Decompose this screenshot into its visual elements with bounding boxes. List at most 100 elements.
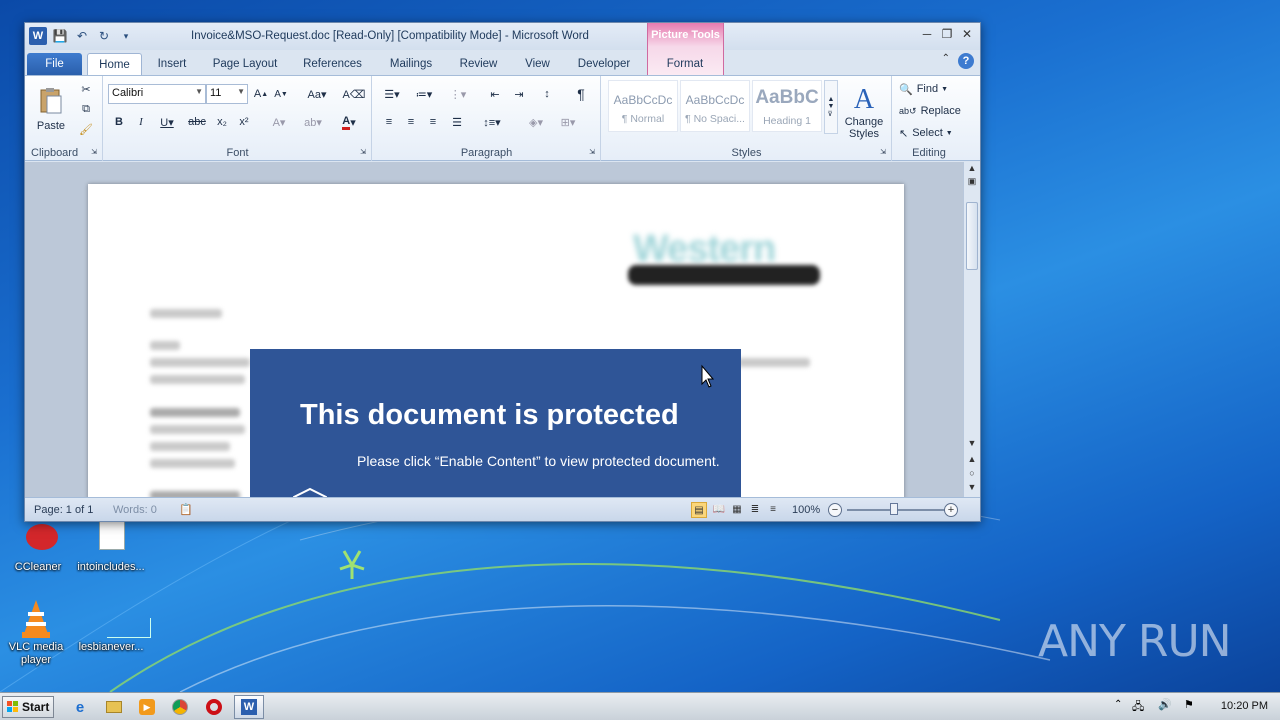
font-launcher-icon[interactable]: ⇲ <box>358 147 368 157</box>
font-name-combo[interactable]: Calibri ▼ <box>108 84 206 104</box>
subscript-icon[interactable]: x₂ <box>212 113 232 131</box>
undo-icon[interactable]: ↶ <box>73 27 91 45</box>
action-center-flag-icon[interactable]: ⚑ <box>1184 698 1194 711</box>
customize-qat-icon[interactable]: ▾ <box>117 27 135 45</box>
desktop-icon-ccleaner[interactable]: CCleaner <box>0 518 76 574</box>
justify-icon[interactable]: ☰ <box>447 113 467 131</box>
paragraph-launcher-icon[interactable]: ⇲ <box>587 147 597 157</box>
file-explorer-icon[interactable] <box>104 697 124 717</box>
scrollbar-thumb[interactable] <box>966 202 978 270</box>
select-browse-object-icon[interactable]: ○ <box>964 468 980 478</box>
desktop-icon-vlc[interactable]: VLC media player <box>0 598 74 667</box>
opera-icon[interactable] <box>204 697 224 717</box>
increase-indent-icon[interactable]: ⇥ <box>509 85 529 103</box>
font-size-combo[interactable]: 11 ▼ <box>206 84 248 104</box>
print-layout-view-icon[interactable]: ▤ <box>691 502 707 518</box>
close-button[interactable]: ✕ <box>958 26 976 42</box>
sort-icon[interactable]: ↕ <box>537 85 557 103</box>
align-right-icon[interactable]: ≡ <box>423 113 443 131</box>
shading-icon[interactable]: ◈▾ <box>523 113 549 131</box>
style-heading-1[interactable]: AaBbC Heading 1 <box>752 80 822 132</box>
minimize-ribbon-icon[interactable]: ⌃ <box>942 53 950 69</box>
tab-mailings[interactable]: Mailings <box>378 53 444 75</box>
zoom-level[interactable]: 100% <box>792 504 820 516</box>
clock[interactable]: 10:20 PM <box>1221 700 1268 712</box>
desktop-icon-lesbianever[interactable]: lesbianever... <box>73 598 151 654</box>
page-count[interactable]: Page: 1 of 1 <box>34 504 93 516</box>
zoom-out-icon[interactable]: − <box>828 503 842 517</box>
line-spacing-icon[interactable]: ↕≡▾ <box>479 113 505 131</box>
tab-file[interactable]: File <box>27 53 82 75</box>
tab-references[interactable]: References <box>295 53 370 75</box>
previous-page-icon[interactable]: ▲ <box>964 454 980 464</box>
minimize-button[interactable]: ─ <box>918 26 936 42</box>
grow-font-icon[interactable]: A ▲ <box>252 85 270 103</box>
redo-icon[interactable]: ↻ <box>95 27 113 45</box>
highlight-icon[interactable]: ab▾ <box>300 113 326 131</box>
format-painter-icon[interactable]: 🖌 <box>77 120 95 138</box>
chrome-icon[interactable] <box>170 697 190 717</box>
taskbar-word-button[interactable]: W <box>234 695 264 719</box>
word-app-icon[interactable]: W <box>29 27 47 45</box>
cut-icon[interactable]: ✂ <box>77 80 95 98</box>
proofing-icon[interactable]: 📋 <box>179 503 193 516</box>
desktop-icon-intoincludes[interactable]: intoincludes... <box>73 518 149 574</box>
help-icon[interactable]: ? <box>958 53 974 69</box>
bullets-icon[interactable]: ☰▾ <box>379 85 405 103</box>
change-styles-button[interactable]: A Change Styles <box>842 80 886 144</box>
full-screen-reading-icon[interactable]: 📖 <box>711 502 727 518</box>
show-hidden-icons[interactable]: ⌃ <box>1114 699 1122 710</box>
tab-insert[interactable]: Insert <box>147 53 197 75</box>
tab-home[interactable]: Home <box>87 53 142 75</box>
align-left-icon[interactable]: ≡ <box>379 113 399 131</box>
word-count[interactable]: Words: 0 <box>113 504 157 516</box>
zoom-slider-thumb[interactable] <box>890 503 898 515</box>
save-icon[interactable]: 💾 <box>51 27 69 45</box>
tab-developer[interactable]: Developer <box>569 53 639 75</box>
tab-page-layout[interactable]: Page Layout <box>205 53 285 75</box>
styles-gallery-scroll[interactable]: ▲ ▼ ⊽ <box>824 80 838 134</box>
font-color-icon[interactable]: A ▾ <box>336 113 362 131</box>
tab-view[interactable]: View <box>515 53 560 75</box>
multilevel-list-icon[interactable]: ⋮▾ <box>445 85 471 103</box>
find-button[interactable]: 🔍 Find ▼ <box>899 80 963 98</box>
ruler-toggle-icon[interactable]: ▣ <box>964 176 980 187</box>
bold-icon[interactable]: B <box>110 113 128 131</box>
show-formatting-icon[interactable]: ¶ <box>571 85 591 103</box>
superscript-icon[interactable]: x² <box>234 113 254 131</box>
select-button[interactable]: ↖ Select ▼ <box>899 124 963 142</box>
volume-icon[interactable]: 🔊 <box>1158 698 1172 711</box>
shrink-font-icon[interactable]: A ▼ <box>272 85 290 103</box>
style-normal[interactable]: AaBbCcDc ¶ Normal <box>608 80 678 132</box>
draft-view-icon[interactable]: ≡ <box>765 502 781 518</box>
scroll-up-icon[interactable]: ▲ <box>964 163 980 173</box>
zoom-in-icon[interactable]: + <box>944 503 958 517</box>
clipboard-launcher-icon[interactable]: ⇲ <box>89 147 99 157</box>
scroll-down-icon[interactable]: ▼ <box>964 438 980 448</box>
style-no-spacing[interactable]: AaBbCcDc ¶ No Spaci... <box>680 80 750 132</box>
replace-button[interactable]: ab↺ Replace <box>899 102 963 120</box>
network-icon[interactable]: 🖧 <box>1132 698 1144 717</box>
clear-formatting-icon[interactable]: A⌫ <box>343 85 366 103</box>
media-player-icon[interactable]: ▶ <box>137 697 157 717</box>
next-page-icon[interactable]: ▼ <box>964 482 980 492</box>
internet-explorer-icon[interactable]: e <box>70 697 90 717</box>
text-effects-icon[interactable]: A▾ <box>266 113 292 131</box>
tab-format[interactable]: Format <box>655 53 715 75</box>
decrease-indent-icon[interactable]: ⇤ <box>485 85 505 103</box>
borders-icon[interactable]: ⊞▾ <box>553 113 583 131</box>
start-button[interactable]: Start <box>2 696 54 718</box>
maximize-button[interactable]: ❐ <box>938 26 956 42</box>
outline-view-icon[interactable]: ≣ <box>747 502 763 518</box>
document-page[interactable]: Western This document is protected Pleas… <box>88 184 904 497</box>
align-center-icon[interactable]: ≡ <box>401 113 421 131</box>
copy-icon[interactable]: ⧉ <box>77 100 95 118</box>
web-layout-icon[interactable]: ▦ <box>729 502 745 518</box>
italic-icon[interactable]: I <box>132 113 150 131</box>
change-case-icon[interactable]: Aa▾ <box>304 85 330 103</box>
strikethrough-icon[interactable]: abc <box>186 113 208 131</box>
document-area[interactable]: Western This document is protected Pleas… <box>25 162 963 497</box>
styles-launcher-icon[interactable]: ⇲ <box>878 147 888 157</box>
vertical-scrollbar[interactable]: ▲ ▣ ▼ ▲ ○ ▼ <box>963 162 980 497</box>
numbering-icon[interactable]: ≔▾ <box>411 85 437 103</box>
